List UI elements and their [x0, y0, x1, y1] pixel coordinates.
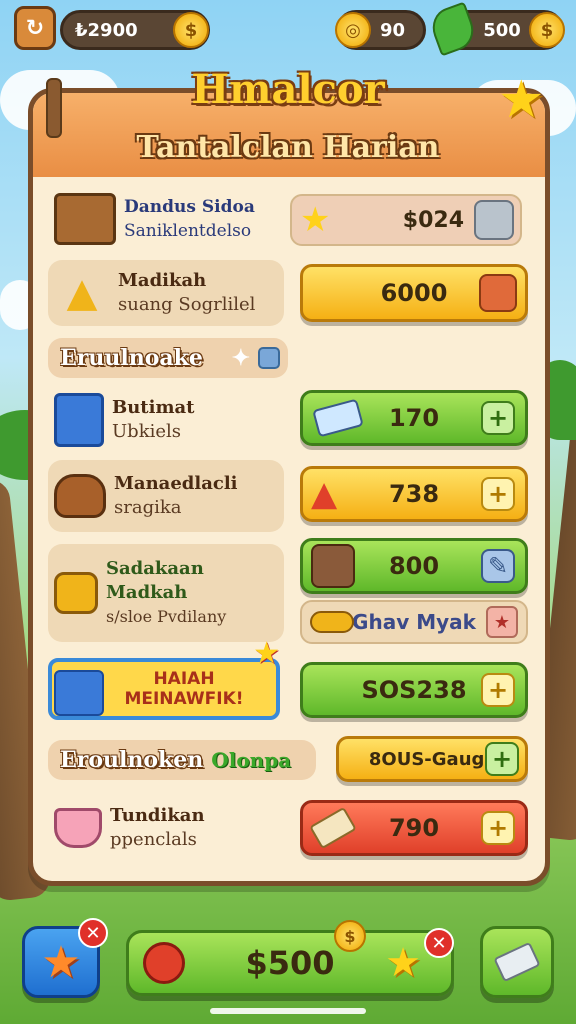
reward-title: Tundikan — [110, 805, 205, 826]
coin-icon: ◎ — [335, 12, 371, 48]
profile-icon: ↻ — [25, 15, 45, 41]
sparkle-icon: ✦ — [231, 345, 250, 371]
coins-pill: ◎ 90 — [335, 10, 426, 50]
currency-value: 2900 — [87, 19, 138, 41]
close-icon[interactable]: ✕ — [78, 918, 108, 948]
pudding-icon: ▲ — [66, 270, 98, 316]
page-subtitle: Tantalclan Harian — [136, 130, 440, 165]
reward-subtitle: ppenclals — [110, 829, 197, 850]
profile-badge[interactable]: ↻ — [14, 6, 56, 50]
exit-icon — [493, 941, 541, 983]
offer-card-2: ▲ Madikah suang Sogrlilel — [48, 260, 284, 326]
lock-bag-icon — [54, 572, 98, 614]
plus-icon[interactable]: + — [481, 401, 515, 435]
reward-amount: 790 — [388, 814, 440, 842]
banner-amount: SOS238 — [361, 676, 467, 704]
reward-amount: 800 — [388, 552, 440, 580]
buy-price: $500 — [245, 944, 335, 982]
reward-title: Manaedlacli — [114, 473, 238, 494]
section-tag: Olonpa — [211, 748, 292, 772]
reward-subtitle: Ubkiels — [112, 421, 182, 442]
party-hat-icon: ▲ — [311, 474, 338, 514]
treasure-box-icon — [54, 193, 116, 245]
reward-button-1[interactable]: 170 + — [300, 390, 528, 446]
offer-button-2[interactable]: 6000 — [300, 264, 528, 322]
star-icon: ★ — [41, 936, 81, 988]
offer-card-1: Dandus Sidoa Saniklentdelso — [48, 190, 284, 248]
star-badge-icon: ★ — [486, 606, 518, 638]
barrel-icon — [311, 544, 355, 588]
offer-title: Madikah — [118, 270, 207, 291]
section-label: Eruulnoake — [60, 345, 203, 371]
exit-button[interactable] — [480, 926, 554, 998]
coins-value: 90 — [379, 19, 405, 41]
reward-amount: 170 — [388, 404, 440, 432]
offer-button-1[interactable]: ★ $024 — [290, 194, 522, 246]
star-icon: ★ — [253, 636, 280, 671]
close-icon[interactable]: ✕ — [424, 928, 454, 958]
reward-title: Sadakaan — [106, 558, 204, 579]
leaves-value: 500 — [483, 19, 521, 41]
section-label: Eroulnoken — [60, 747, 204, 773]
reward-button-2[interactable]: ▲ 738 + — [300, 466, 528, 522]
special-label: Ghav Myak — [352, 610, 476, 634]
banner-line-1: HAIAH — [153, 669, 215, 689]
special-button[interactable]: Ghav Myak ★ — [300, 600, 528, 644]
offer-subtitle: Saniklentdelso — [124, 221, 252, 241]
promo-banner[interactable]: HAIAH MEINAWFIK! ★ — [48, 639, 280, 720]
plus-icon[interactable]: + — [481, 673, 515, 707]
info-icon[interactable] — [258, 347, 280, 369]
coin-icon: $ — [334, 920, 366, 952]
reward-card-3: Sadakaan Madkah s/sloe Pvdilany — [48, 544, 284, 642]
coin-symbol: $ — [344, 926, 356, 946]
section-header-1: Eruulnoake ✦ — [48, 338, 288, 378]
bag-icon — [479, 274, 517, 312]
fruit-basket-icon — [54, 808, 102, 848]
reward-subtitle: sragika — [114, 497, 182, 518]
reward-title: Butimat — [112, 397, 195, 418]
page-title: Hmalcor — [191, 66, 385, 113]
cart-icon — [54, 670, 104, 716]
offer-subtitle: suang Sogrlilel — [118, 294, 256, 315]
edit-icon[interactable]: ✎ — [481, 549, 515, 583]
offer-title: Dandus Sidoa — [124, 197, 255, 217]
currency-prefix: ₺ — [75, 19, 88, 41]
camera-icon — [474, 200, 514, 240]
section2-button[interactable]: 8OUS-Gaugs + — [336, 736, 528, 782]
add-leaves-icon[interactable]: $ — [529, 12, 565, 48]
buy-button[interactable]: $500 ★ — [126, 930, 454, 996]
banner-line-2: MEINAWFIK! — [124, 689, 244, 709]
banner-button[interactable]: SOS238 + — [300, 662, 528, 718]
home-indicator[interactable] — [210, 1008, 366, 1014]
star-icon: ★ — [385, 940, 421, 986]
plus-icon[interactable]: + — [485, 742, 519, 776]
leaves-pill: 500 $ — [426, 1, 565, 57]
section-header-2: Eroulnoken Olonpa — [48, 740, 316, 780]
reward-card-2: Manaedlacli sragika — [48, 460, 284, 532]
gift-box-icon — [54, 393, 104, 447]
reward-button-3[interactable]: 800 ✎ — [300, 538, 528, 594]
reward-card-1: Butimat Ubkiels — [48, 388, 284, 452]
price-tag-icon — [143, 942, 185, 984]
reward-subtitle: s/sloe Pvdilany — [106, 607, 227, 626]
basket-icon — [54, 474, 106, 518]
section2-button-label: 8OUS-Gaugs — [368, 748, 496, 770]
cash-icon — [312, 398, 364, 438]
reward-title-2: Madkah — [106, 582, 188, 603]
ticket-icon — [309, 806, 357, 850]
add-currency-icon[interactable]: $ — [173, 12, 209, 48]
offer-price: $024 — [402, 207, 464, 233]
currency-pill-left: ₺ 2900 $ — [60, 10, 210, 50]
reward-amount: 738 — [388, 480, 440, 508]
plus-icon[interactable]: + — [481, 477, 515, 511]
leaf-icon — [426, 1, 480, 57]
offer-price: 6000 — [380, 279, 448, 307]
star-icon: ★ — [300, 200, 331, 240]
plus-icon[interactable]: + — [481, 811, 515, 845]
reward-button-4[interactable]: 790 + — [300, 800, 528, 856]
bread-icon — [310, 611, 354, 633]
reward-card-4: Tundikan ppenclals — [48, 796, 284, 860]
